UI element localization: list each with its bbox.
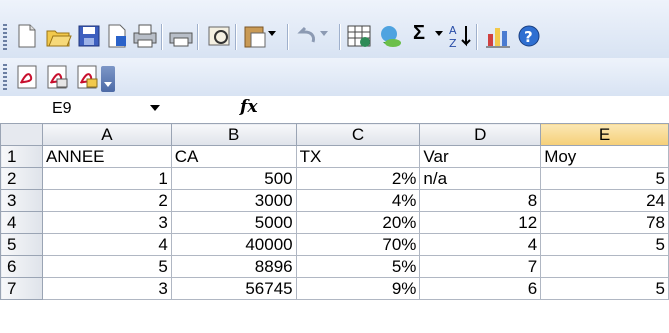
cell-e7[interactable]: 5 (540, 277, 669, 300)
spreadsheet-grid: ABCDE 1 ANNEE CA TX Var Moy 2 1 500 2% n/a 5 3 2 3000 4… (0, 123, 669, 300)
svg-text:?: ? (524, 28, 533, 46)
cell-c7[interactable]: 9% (295, 277, 421, 300)
cell-d5[interactable]: 4 (419, 233, 542, 256)
cell-b2[interactable]: 500 (170, 167, 297, 190)
sort-ascending-icon[interactable]: AZ (447, 22, 475, 50)
cell-e6[interactable] (540, 255, 669, 278)
column-header-d[interactable]: D (419, 123, 542, 146)
undo-icon[interactable] (293, 22, 321, 50)
new-icon[interactable] (13, 22, 41, 50)
row-header[interactable]: 4 (0, 211, 43, 234)
cell-c6[interactable]: 5% (295, 255, 421, 278)
table-row: 7 3 56745 9% 6 5 (0, 277, 669, 300)
paste-dropdown-icon[interactable] (268, 27, 278, 37)
undo-dropdown-icon[interactable] (320, 27, 330, 37)
standard-toolbar: Σ AZ ? (0, 0, 669, 59)
paste-icon[interactable] (241, 22, 269, 50)
save-icon[interactable] (75, 22, 103, 50)
research-icon[interactable] (205, 22, 233, 50)
cell-c4[interactable]: 20% (295, 211, 421, 234)
cell-c1[interactable]: TX (295, 145, 421, 168)
name-box-dropdown-icon[interactable] (150, 105, 160, 111)
open-icon[interactable] (45, 22, 73, 50)
toolbar-grip[interactable] (3, 24, 7, 50)
cell-d7[interactable]: 6 (419, 277, 542, 300)
separator (197, 24, 198, 50)
column-header-row: ABCDE (0, 123, 669, 146)
function-icon[interactable]: fx (240, 97, 257, 117)
cell-b7[interactable]: 56745 (170, 277, 297, 300)
cell-a6[interactable]: 5 (41, 255, 172, 278)
cell-d3[interactable]: 8 (419, 189, 542, 212)
cell-b1[interactable]: CA (170, 145, 297, 168)
print-preview-icon[interactable] (167, 22, 195, 50)
autosum-dropdown-icon[interactable] (435, 27, 445, 37)
table-row: 6 5 8896 5% 7 (0, 255, 669, 278)
pdf-toolbar (0, 58, 669, 96)
cell-a7[interactable]: 3 (41, 277, 172, 300)
row-header[interactable]: 1 (0, 145, 43, 168)
web-icon[interactable] (377, 22, 405, 50)
chart-wizard-icon[interactable] (484, 22, 512, 50)
cell-c3[interactable]: 4% (295, 189, 421, 212)
svg-text:A: A (449, 24, 457, 37)
cell-b6[interactable]: 8896 (170, 255, 297, 278)
table-row: 5 4 40000 70% 4 5 (0, 233, 669, 256)
permission-icon[interactable] (103, 22, 131, 50)
pdf-review-icon[interactable] (73, 63, 101, 91)
cell-d2[interactable]: n/a (419, 167, 542, 190)
insert-hyperlink-icon[interactable] (345, 22, 373, 50)
column-header-a[interactable]: A (41, 123, 172, 146)
cell-b5[interactable]: 40000 (170, 233, 297, 256)
formula-bar: E9 fx (0, 96, 669, 124)
cell-e4[interactable]: 78 (540, 211, 669, 234)
cell-b4[interactable]: 5000 (170, 211, 297, 234)
cell-a4[interactable]: 3 (41, 211, 172, 234)
help-icon[interactable]: ? (515, 22, 543, 50)
cell-e2[interactable]: 5 (540, 167, 669, 190)
cell-e5[interactable]: 5 (540, 233, 669, 256)
row-header[interactable]: 2 (0, 167, 43, 190)
svg-text:Z: Z (449, 37, 457, 50)
table-row: 4 3 5000 20% 12 78 (0, 211, 669, 234)
pdf-convert-icon[interactable] (13, 63, 41, 91)
cell-a2[interactable]: 1 (41, 167, 172, 190)
cell-e3[interactable]: 24 (540, 189, 669, 212)
row-header[interactable]: 3 (0, 189, 43, 212)
row-header[interactable]: 6 (0, 255, 43, 278)
separator (161, 24, 162, 50)
separator (476, 24, 477, 50)
cell-c5[interactable]: 70% (295, 233, 421, 256)
separator (339, 24, 340, 50)
column-header-c[interactable]: C (295, 123, 421, 146)
toolbar-options-button[interactable] (101, 66, 115, 92)
cell-d1[interactable]: Var (419, 145, 542, 168)
separator (235, 24, 236, 50)
pdf-email-icon[interactable] (43, 63, 71, 91)
row-header[interactable]: 7 (0, 277, 43, 300)
cell-a5[interactable]: 4 (41, 233, 172, 256)
column-header-b[interactable]: B (170, 123, 297, 146)
cell-c2[interactable]: 2% (295, 167, 421, 190)
separator (287, 24, 288, 50)
table-row: 1 ANNEE CA TX Var Moy (0, 145, 669, 168)
table-row: 2 1 500 2% n/a 5 (0, 167, 669, 190)
print-icon[interactable] (131, 22, 159, 50)
toolbar-grip[interactable] (3, 64, 7, 90)
row-header[interactable]: 5 (0, 233, 43, 256)
select-all-corner[interactable] (0, 123, 43, 146)
cell-b3[interactable]: 3000 (170, 189, 297, 212)
cell-a1[interactable]: ANNEE (41, 145, 172, 168)
cell-a3[interactable]: 2 (41, 189, 172, 212)
table-row: 3 2 3000 4% 8 24 (0, 189, 669, 212)
cell-d6[interactable]: 7 (419, 255, 542, 278)
autosum-icon[interactable]: Σ (413, 22, 425, 45)
cell-e1[interactable]: Moy (540, 145, 669, 168)
cell-d4[interactable]: 12 (419, 211, 542, 234)
column-header-e[interactable]: E (540, 123, 669, 146)
